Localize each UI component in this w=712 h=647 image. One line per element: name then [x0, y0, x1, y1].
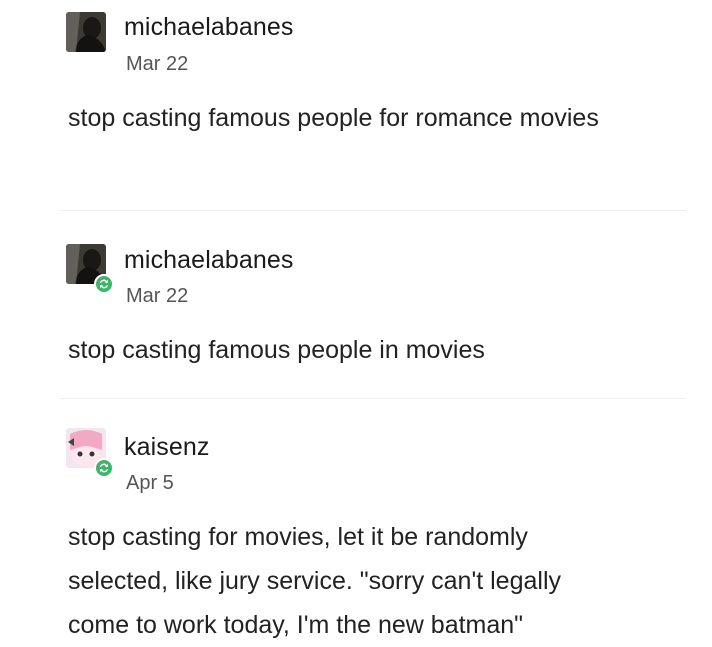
post-body-line: come to work today, I'm the new batman" — [68, 611, 524, 639]
user-avatar[interactable] — [66, 12, 106, 52]
reblog-icon — [94, 458, 114, 478]
post-username[interactable]: michaelabanes — [124, 246, 293, 275]
post-date[interactable]: Mar 22 — [126, 53, 188, 76]
post-body: stop casting famous people for romance m… — [68, 104, 599, 132]
post-divider — [60, 398, 686, 399]
post-divider — [60, 210, 686, 211]
post-username[interactable]: kaisenz — [124, 433, 209, 462]
post-username[interactable]: michaelabanes — [124, 13, 293, 42]
reblog-icon — [94, 274, 114, 294]
post-date[interactable]: Apr 5 — [126, 472, 174, 495]
post-body-line: stop casting for movies, let it be rando… — [68, 523, 528, 551]
post-body-line: selected, like jury service. "sorry can'… — [68, 567, 561, 595]
post-body: stop casting for movies, let it be rando… — [68, 515, 698, 647]
post-date[interactable]: Mar 22 — [126, 285, 188, 308]
post-body: stop casting famous people in movies — [68, 336, 485, 364]
